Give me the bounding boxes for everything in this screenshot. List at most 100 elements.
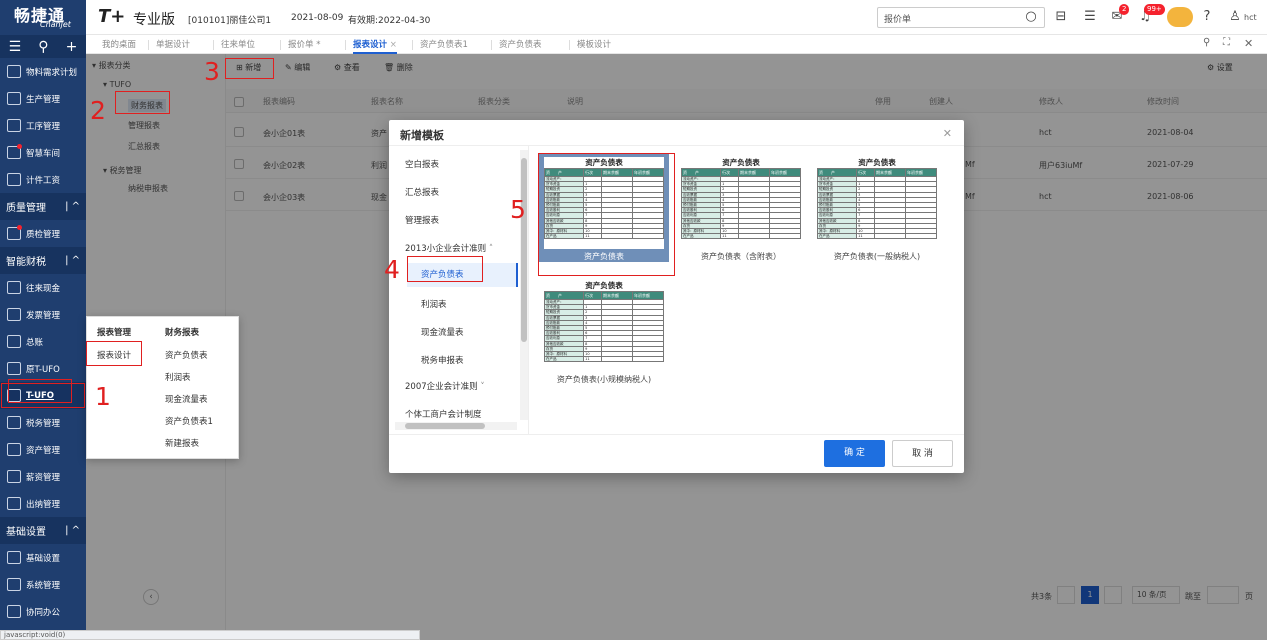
template-subcategory[interactable]: 现金流量表 [421,326,464,338]
dialog-close-icon[interactable]: ✕ [943,127,952,140]
template-category[interactable]: 个体工商户会计制度 [405,408,482,420]
sidebar-item[interactable]: 资产管理 [0,436,86,463]
thumbnail-cell [874,233,906,240]
save-icon[interactable]: ⊟ [1052,8,1070,26]
sidebar-item[interactable]: 薪资管理 [0,463,86,490]
thumbnail-cell [632,356,664,363]
sidebar-tools: ☰ ⚲ + [0,35,86,58]
template-card[interactable]: 资产负债表资 产行次 期末余额 年初余额 流动资产： 货币资金 1 短期投资 2 应收票据 3 应收… [539,277,669,385]
thumbnail-cell: 11 [583,356,603,363]
menu-header-financial: 财务报表 [165,328,200,338]
template-subcategory[interactable]: 税务申报表 [421,354,464,366]
module-icon [7,497,21,510]
tab[interactable]: 报表设计 × [353,38,397,54]
sidebar-search-icon[interactable]: ⚲ [38,39,48,55]
tab-label: 模板设计 [577,40,612,50]
tab-separator [280,40,281,50]
category-label: 现金流量表 [421,328,464,338]
chevron-up-icon[interactable]: | ^ [65,525,80,536]
sidebar-item[interactable]: 质检管理 [0,220,86,247]
sidebar-item[interactable]: 发票管理 [0,301,86,328]
product-brand: T+ [98,6,126,27]
menu-icon[interactable]: ☰ [9,39,22,55]
template-subcategory[interactable]: 利润表 [421,298,447,310]
close-all-icon[interactable]: ✕ [1244,37,1253,50]
tab[interactable]: 报价单 * [288,38,320,50]
tab[interactable]: 模板设计 [577,38,611,50]
category-scrollbar[interactable] [520,150,528,420]
menu-item-balance-sheet[interactable]: 资产负债表 [165,349,208,361]
tab[interactable]: 单据设计 [156,38,190,50]
sidebar-item[interactable]: 协同办公 [0,598,86,625]
sidebar-item[interactable]: 往来现金 [0,274,86,301]
mascot-avatar[interactable] [1167,7,1193,27]
chevron-up-icon[interactable]: | ^ [65,255,80,266]
sidebar-item[interactable]: 总账 [0,328,86,355]
category-label: 2013小企业会计准则 [405,244,487,254]
sidebar-item[interactable]: 计件工资 [0,166,86,193]
category-hscroll-thumb[interactable] [405,423,485,429]
thumbnail-header-cell: 资 产 [543,291,585,300]
ok-button[interactable]: 确 定 [824,440,885,467]
sidebar-item[interactable]: 原T-UFO [0,355,86,382]
chevron-up-icon[interactable]: | ^ [65,201,80,212]
message-icon[interactable]: ✉ 2 [1108,4,1130,26]
bell-icon[interactable]: ♫ 99+ [1136,4,1165,26]
global-search-input[interactable]: 报价单 [877,7,1045,28]
category-hscrollbar[interactable] [395,422,517,430]
tab[interactable]: 资产负债表1 [420,38,468,50]
list-icon[interactable]: ☰ [1081,8,1099,26]
sidebar-item[interactable]: 系统管理 [0,571,86,598]
menu-item-income[interactable]: 利润表 [165,371,191,383]
sidebar-item[interactable]: 生产管理 [0,85,86,112]
menu-item-new-report[interactable]: 新建报表 [165,437,199,449]
tab-close-icon[interactable]: × [387,40,397,50]
fullscreen-icon[interactable]: ⛶ [1223,37,1230,48]
sidebar-item[interactable]: 税务管理 [0,409,86,436]
chevron-down-icon[interactable]: ˅ [478,382,484,392]
sidebar-item[interactable]: 基础设置 [0,544,86,571]
tab-separator [569,40,570,50]
sidebar-item-label: 总账 [26,337,44,348]
company-name[interactable]: [010101]丽佳公司1 [188,13,271,26]
search-icon[interactable]: ○ [1022,8,1040,26]
tab-search-icon[interactable]: ⚲ [1203,37,1210,48]
chevron-up-icon[interactable]: ˄ [486,244,493,254]
sidebar-item[interactable]: 物料需求计划 [0,58,86,85]
template-category[interactable]: 汇总报表 [405,186,439,198]
category-label: 管理报表 [405,216,440,226]
sidebar-item-label: 工序管理 [26,121,61,132]
category-scroll-thumb[interactable] [521,158,527,342]
menu-item-cashflow[interactable]: 现金流量表 [165,393,208,405]
template-card[interactable]: 资产负债表资 产行次 期末余额 年初余额 流动资产： 货币资金 1 短期投资 2 应收票据 3 应收… [676,154,806,262]
sidebar-item-label: 智慧车间 [26,148,61,159]
module-icon [7,416,21,429]
sidebar: ☰ ⚲ + 物料需求计划 生产管理工序管理智慧车间计件工资 质量管理 | ^ 质检管理智… [0,35,86,640]
sidebar-item[interactable]: 工序管理 [0,112,86,139]
sidebar-item[interactable]: 智慧车间 [0,139,86,166]
template-thumbnail: 资产负债表资 产行次 期末余额 年初余额 流动资产： 货币资金 1 短期投资 2 应收票据 3 应收… [543,280,664,372]
template-category[interactable]: 空白报表 [405,158,439,170]
username[interactable]: hct [1244,13,1257,22]
sidebar-section[interactable]: 质量管理 | ^ [0,193,86,220]
module-icon [7,578,21,591]
menu-item-balance-sheet-1[interactable]: 资产负债表1 [165,415,213,427]
tab[interactable]: 我的桌面 [102,38,136,50]
sidebar-item-label: 薪资管理 [26,472,61,483]
sidebar-section[interactable]: 基础设置 | ^ [0,517,86,544]
template-category[interactable]: 2013小企业会计准则 ˄ [405,242,493,254]
user-icon[interactable]: ♙ [1226,8,1244,26]
thumbnail-header-cell: 行次 [583,291,603,300]
template-card[interactable]: 资产负债表资 产行次 期末余额 年初余额 流动资产： 货币资金 1 短期投资 2 应收票据 3 应收… [812,154,942,262]
tab[interactable]: 资产负债表 [499,38,542,50]
help-icon[interactable]: ? [1198,8,1216,26]
tab[interactable]: 往来单位 [221,38,255,50]
chanjet-logo[interactable]: 畅捷通 Chanjet [0,0,86,35]
template-category[interactable]: 2007企业会计准则 ˅ [405,380,485,392]
template-category[interactable]: 管理报表 [405,214,439,226]
sidebar-section[interactable]: 智能财税 | ^ [0,247,86,274]
add-icon[interactable]: + [66,39,78,55]
sidebar-item[interactable]: 出纳管理 [0,490,86,517]
cancel-button[interactable]: 取 消 [892,440,953,467]
thumbnail-header-cell: 年初余额 [632,291,664,300]
